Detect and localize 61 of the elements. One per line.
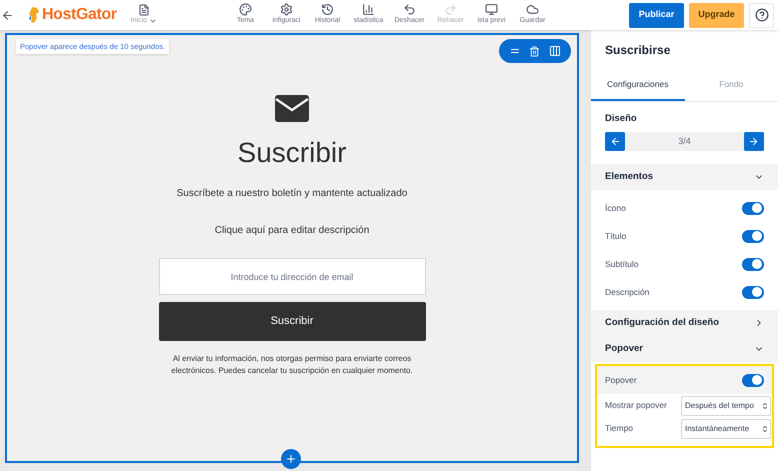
section-header[interactable]: Elementos [591,164,778,190]
setting-label: Ícono [605,202,626,215]
cloud-icon [526,3,539,16]
email-field[interactable]: Introduce tu dirección de email [158,258,426,295]
layout-icon[interactable] [548,45,561,57]
section-header[interactable]: Configuración del diseño [591,310,778,336]
setting-label: Tiempo [605,422,634,436]
next-button[interactable] [744,132,764,152]
setting-label: Subtítulo [605,258,639,271]
up-down-arrows-icon [761,424,769,433]
select-field[interactable]: Después del tempo [681,396,771,416]
redo-icon [444,3,457,16]
plus-icon [285,453,297,465]
bar-chart-icon [362,3,375,16]
section-title: Popover [605,342,644,356]
subscribe-button[interactable]: Suscribir [158,302,426,341]
envelope-icon [275,95,309,122]
design-label: Diseño [604,112,638,126]
publish-button[interactable]: Publicar [629,2,684,28]
help-icon [754,8,768,22]
select-field[interactable]: Instantáneamente [681,418,771,439]
toggle-switch[interactable] [742,374,764,387]
section-header[interactable]: Popover [591,336,778,362]
section-title: Configuración del diseño [605,316,720,330]
help-button[interactable] [749,2,774,28]
form-subtitle: Suscríbete a nuestro boletín y mantente actualizado [176,187,408,201]
upgrade-button[interactable]: Upgrade [689,2,744,28]
form-description: Clique aquí para editar descripción [214,224,370,238]
toggle-switch[interactable] [742,258,764,271]
form-title: Suscribir [238,136,346,170]
setting-label: Título [605,230,626,243]
panel-tab[interactable]: Fondo [684,70,778,101]
document-icon [138,4,150,16]
setting-label: Descripción [605,286,650,299]
gator-logo-icon [28,6,40,24]
left-arrow-icon [610,136,620,148]
select-value: Instantáneamente [685,422,750,435]
design-counter: 3/4 [678,135,691,148]
up-down-arrows-icon [761,402,769,410]
panel-tab[interactable]: Configuraciones [591,70,684,101]
setting-label: Popover [605,374,637,387]
back-arrow-icon[interactable] [1,8,14,22]
disclaimer-text: Al enviar tu información, nos otorgas permiso para enviarte correos electrónicos. Puedes cancelar tu suscripción en cualquier momento. [170,353,414,377]
toggle-switch[interactable] [742,286,764,299]
select-value: Después del tempo [685,400,754,412]
brand-logo[interactable]: HostGator [42,3,117,27]
setting-label: Mostrar popover [605,399,667,412]
undo-icon [402,3,416,16]
settings-icon [280,3,293,16]
previous-button[interactable] [605,132,625,152]
panel-title: Suscribirse [604,42,672,59]
monitor-icon [484,3,498,16]
caret-icon [148,17,157,25]
delete-icon[interactable] [529,46,540,56]
toggle-switch[interactable] [742,202,764,215]
toggle-switch[interactable] [742,230,764,243]
history-icon [320,3,334,16]
section-title: Elementos [605,170,654,184]
palette-icon [238,3,252,16]
right-arrow-icon [748,136,760,148]
add-section-button[interactable] [281,449,301,469]
